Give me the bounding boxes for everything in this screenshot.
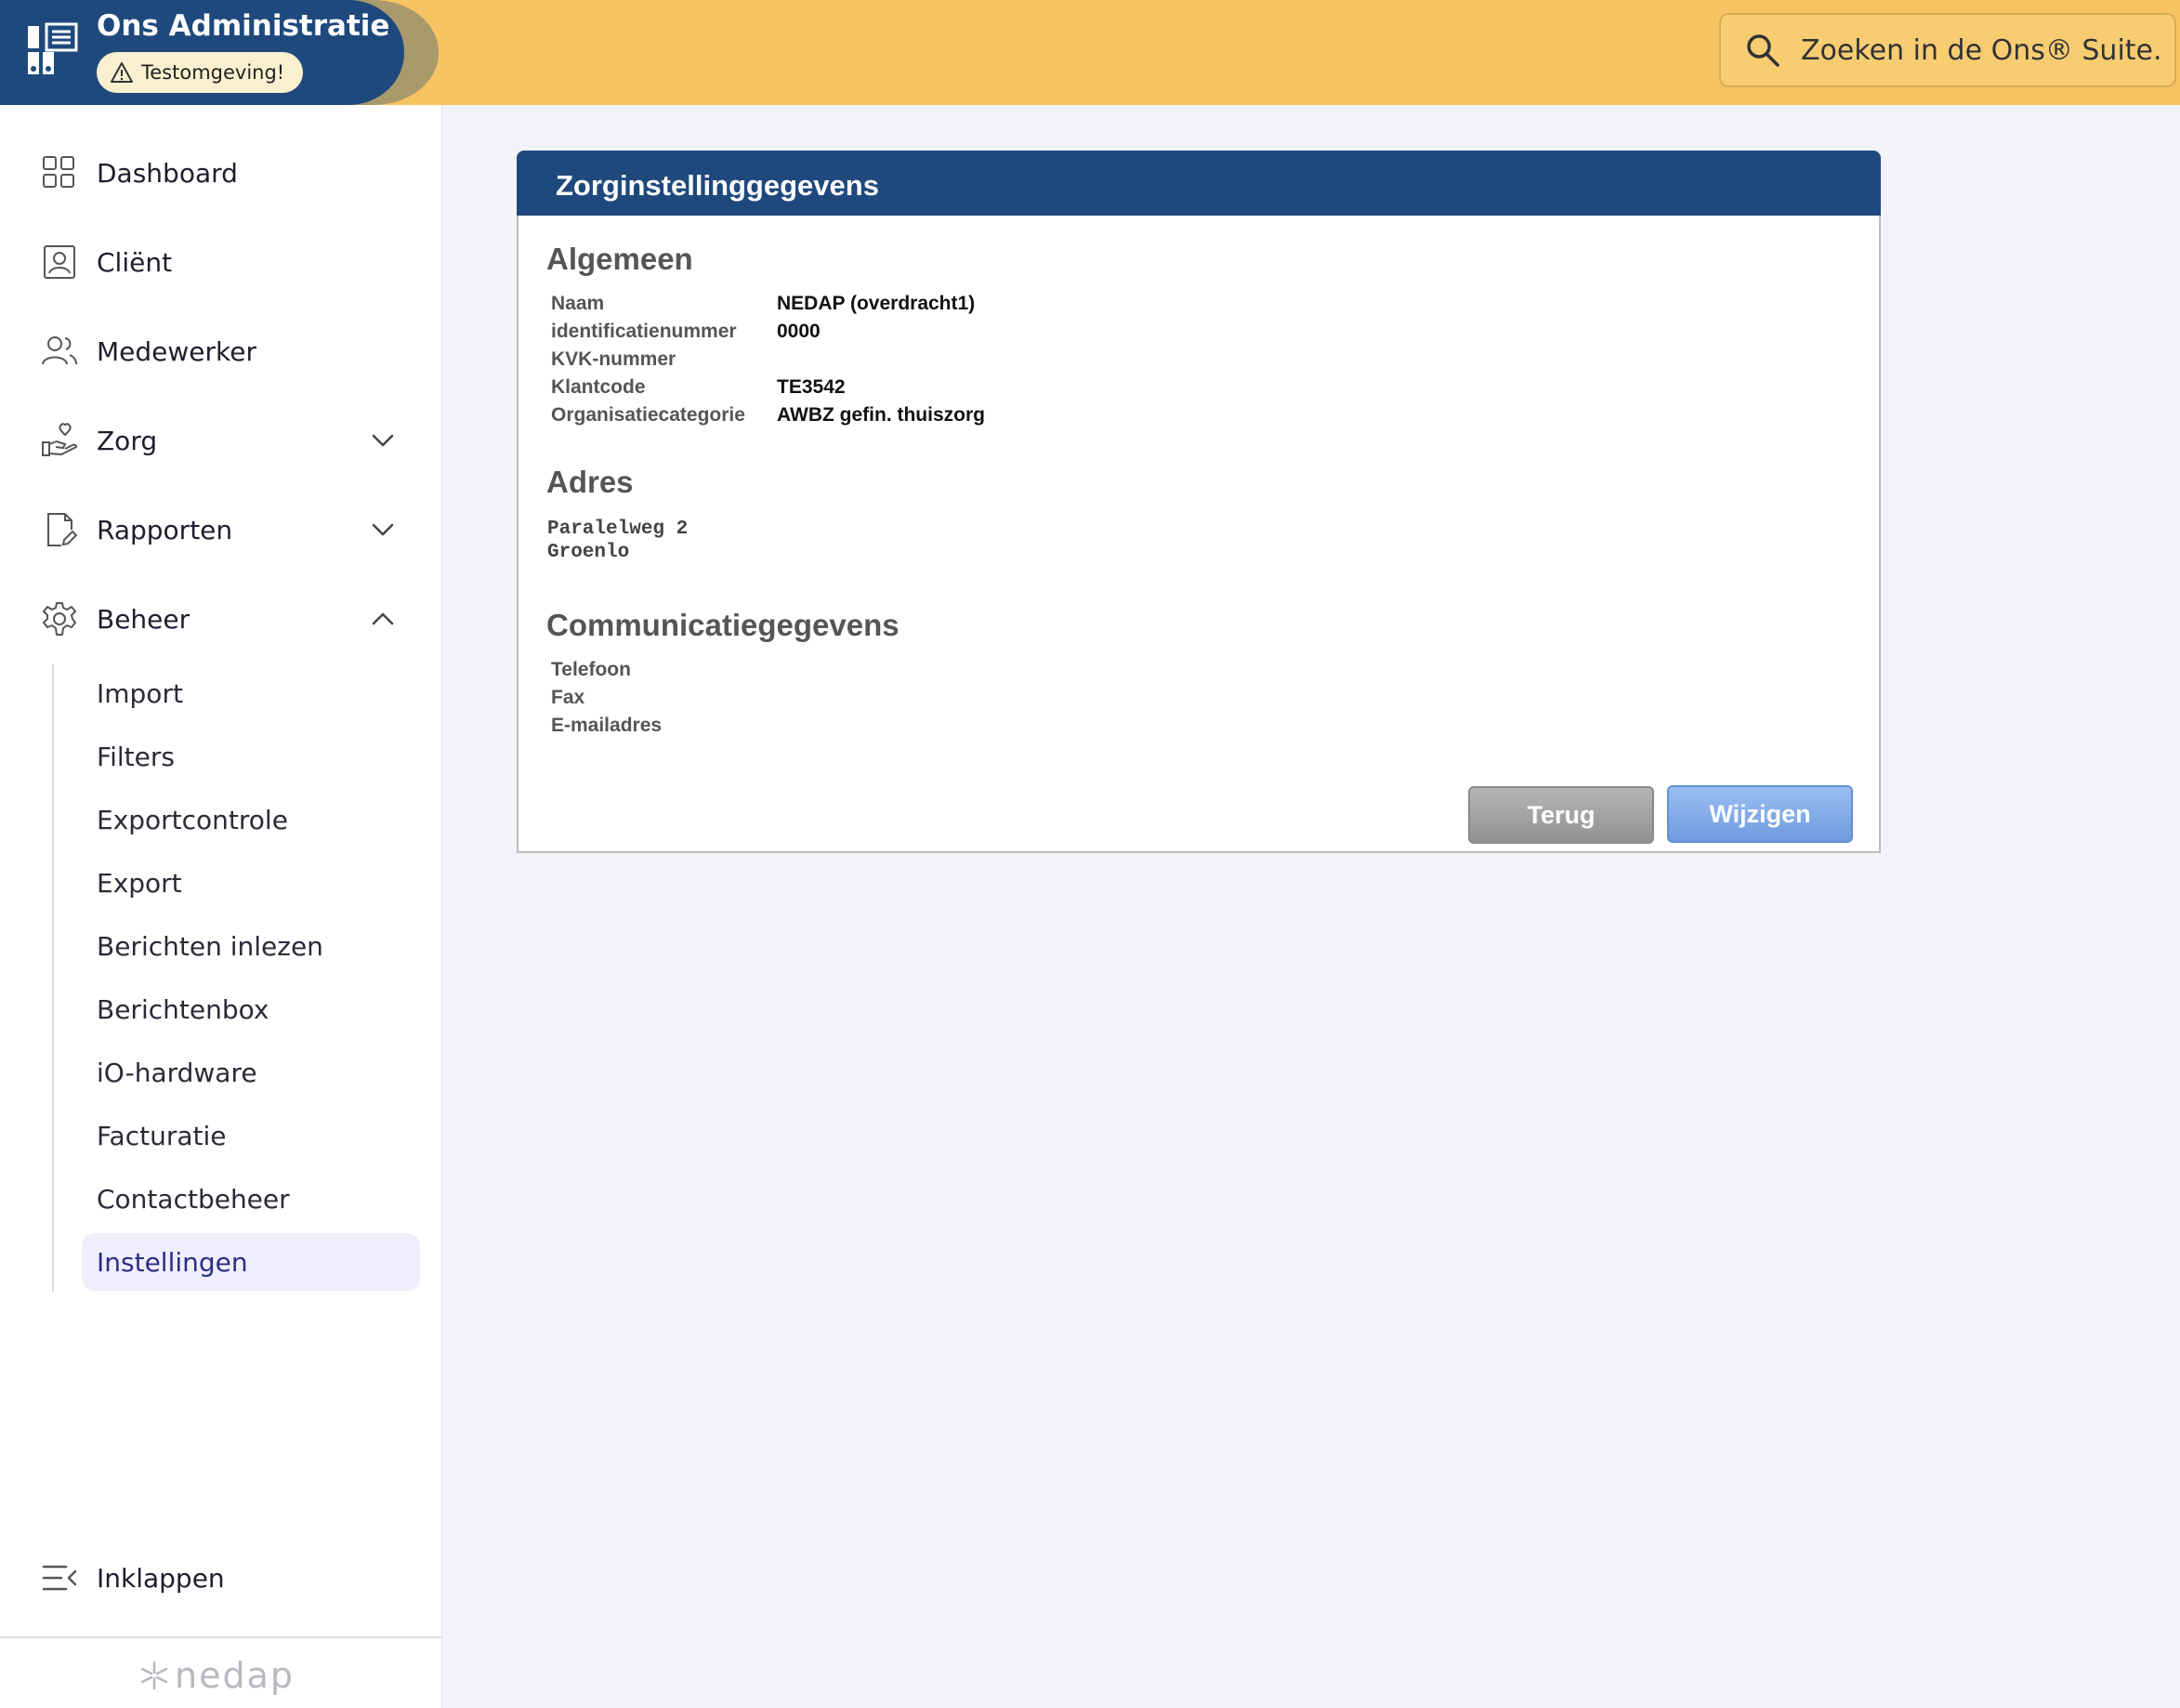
sidebar-item-label: Dashboard	[97, 157, 238, 189]
nedap-star-icon	[140, 1661, 168, 1690]
users-icon	[42, 336, 77, 365]
field-label-fax: Fax	[551, 687, 585, 708]
submenu-item-berichten-inlezen[interactable]: Berichten inlezen	[82, 917, 420, 975]
panel-header: Zorginstellinggegevens	[517, 151, 1881, 216]
collapse-label: Inklappen	[97, 1562, 225, 1594]
sidebar-divider	[0, 1636, 442, 1638]
sidebar-item-label: Rapporten	[97, 514, 233, 545]
organisation-details-panel: Zorginstellinggegevens Algemeen Naam NED…	[517, 151, 1881, 853]
submenu-guide-line	[52, 664, 54, 1292]
global-search[interactable]	[1719, 13, 2176, 87]
panel-title: Zorginstellinggegevens	[556, 169, 879, 202]
sidebar-item-beheer[interactable]: Beheer	[0, 586, 442, 651]
nedap-logo: nedap	[139, 1655, 295, 1696]
collapse-menu-icon	[42, 1565, 77, 1591]
report-edit-icon	[47, 513, 78, 546]
field-label-organisatiecategorie: Organisatiecategorie	[551, 404, 745, 426]
grid-icon	[43, 156, 74, 188]
sidebar-item-medewerker[interactable]: Medewerker	[0, 319, 442, 384]
sidebar-item-label: Medewerker	[97, 335, 256, 367]
sidebar-item-rapporten[interactable]: Rapporten	[0, 497, 442, 562]
care-hand-heart-icon	[42, 423, 78, 456]
chevron-down-icon[interactable]	[368, 515, 398, 545]
section-title-communicatie: Communicatiegegevens	[546, 608, 900, 642]
section-title-adres: Adres	[546, 465, 634, 499]
sidebar-item-label: Cliënt	[97, 246, 173, 278]
environment-badge: Testomgeving!	[97, 52, 304, 93]
field-label-kvk-nummer: KVK-nummer	[551, 348, 676, 370]
field-value-organisatiecategorie: AWBZ gefin. thuiszorg	[777, 404, 985, 426]
sidebar-item-zorg[interactable]: Zorg	[0, 408, 442, 473]
submenu-item-instellingen[interactable]: Instellingen	[82, 1233, 420, 1291]
field-value-naam: NEDAP (overdracht1)	[777, 293, 976, 314]
submenu-item-io-hardware[interactable]: iO-hardware	[82, 1044, 420, 1101]
administration-logo-icon	[28, 22, 78, 74]
sidebar: Dashboard Cliënt Medewerker Zorg Rapport…	[0, 105, 442, 1708]
submenu-item-berichtenbox[interactable]: Berichtenbox	[82, 980, 420, 1038]
search-input[interactable]	[1801, 33, 2163, 67]
submenu-item-filters[interactable]: Filters	[82, 728, 420, 785]
app-title: Ons Administratie	[97, 9, 390, 43]
gear-icon	[43, 602, 76, 636]
sidebar-item-label: Zorg	[97, 425, 158, 456]
field-label-identificatienummer: identificatienummer	[551, 321, 737, 342]
chevron-down-icon[interactable]	[368, 426, 398, 455]
section-title-algemeen: Algemeen	[546, 242, 693, 276]
submenu-item-exportcontrole[interactable]: Exportcontrole	[82, 791, 420, 848]
submenu-item-facturatie[interactable]: Facturatie	[82, 1107, 420, 1164]
warning-icon	[111, 62, 133, 83]
edit-button[interactable]: Wijzigen	[1667, 785, 1853, 843]
field-label-klantcode: Klantcode	[551, 376, 646, 398]
submenu-item-import[interactable]: Import	[82, 664, 420, 722]
field-label-e-mailadres: E-mailadres	[551, 715, 663, 736]
field-label-telefoon: Telefoon	[551, 659, 631, 680]
collapse-sidebar-button[interactable]: Inklappen	[0, 1545, 442, 1610]
field-value-identificatienummer: 0000	[777, 321, 821, 342]
sidebar-item-label: Beheer	[97, 603, 190, 635]
address-line-city: Groenlo	[547, 542, 630, 563]
field-label-naam: Naam	[551, 293, 605, 314]
chevron-up-icon[interactable]	[368, 604, 398, 634]
sidebar-item-client[interactable]: Cliënt	[0, 230, 442, 295]
top-bar: Ons Administratie Testomgeving!	[0, 0, 2180, 105]
submenu-item-export[interactable]: Export	[82, 854, 420, 912]
client-card-icon	[44, 245, 75, 279]
environment-badge-label: Testomgeving!	[141, 61, 285, 84]
search-icon	[1747, 34, 1779, 67]
nedap-wordmark: nedap	[175, 1655, 295, 1696]
address-line-street: Paralelweg 2	[547, 519, 689, 540]
submenu-item-contactbeheer[interactable]: Contactbeheer	[82, 1170, 420, 1228]
field-value-klantcode: TE3542	[777, 376, 846, 398]
back-button[interactable]: Terug	[1468, 786, 1654, 844]
app-brand[interactable]: Ons Administratie Testomgeving!	[0, 0, 439, 105]
sidebar-item-dashboard[interactable]: Dashboard	[0, 140, 442, 205]
